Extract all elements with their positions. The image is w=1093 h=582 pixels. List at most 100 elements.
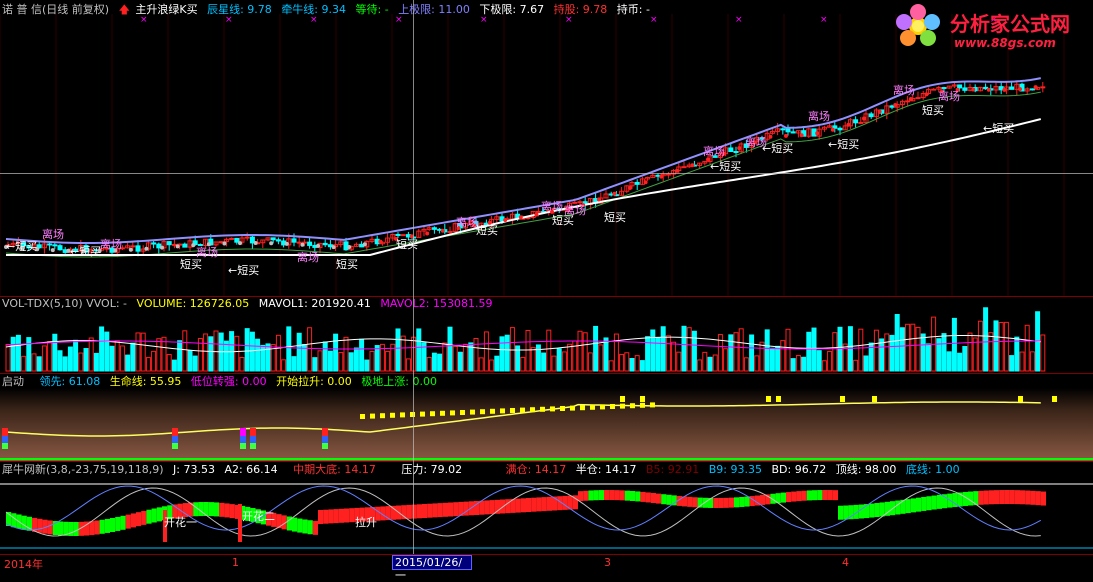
volume-bar — [281, 359, 287, 372]
signal-block — [250, 443, 256, 449]
volume-bar — [208, 336, 214, 372]
volume-bar — [62, 356, 68, 372]
candle-body — [962, 87, 968, 91]
volume-bar — [723, 348, 729, 372]
price-pane[interactable]: ××××××××××× 诺 普 信(日线 前复权) 🡅 主升浪绿K买 辰星线: … — [0, 0, 1093, 296]
launch-pane[interactable]: 启动 领先: 61.08 生命线: 55.95 低位转强: 0.00 开始拉升:… — [0, 374, 1093, 461]
candle-body — [785, 128, 791, 133]
volume-bar — [587, 352, 593, 372]
volume-bar — [671, 341, 677, 372]
stock-title: 诺 普 信(日线 前复权) — [2, 3, 110, 16]
bull-bar — [1004, 490, 1010, 504]
candle-body — [983, 86, 989, 90]
signal-block — [2, 428, 8, 436]
volume-bar — [5, 344, 11, 372]
yellow-signal — [510, 408, 515, 413]
bull-bar — [416, 504, 422, 519]
volume-bar — [73, 339, 79, 372]
volume-bar — [603, 337, 609, 372]
label-leave: 离场 — [808, 110, 830, 123]
bull-bar — [869, 503, 875, 518]
bull-bar — [578, 491, 584, 502]
volume-bar — [613, 333, 619, 372]
candle-body — [447, 230, 453, 233]
volume-bar — [405, 358, 411, 372]
volume-bar — [416, 328, 422, 372]
volume-bar — [317, 350, 323, 372]
yellow-signal — [620, 403, 625, 409]
candle-body — [634, 181, 640, 185]
candle-body — [182, 243, 188, 248]
label-lift: 拉升 — [355, 516, 377, 529]
label-short-buy: ←短买 — [710, 160, 742, 173]
volume-bar — [634, 355, 640, 372]
yellow-signal — [460, 410, 465, 415]
bull-bar — [614, 490, 620, 501]
bull-bar — [536, 497, 542, 512]
hold-dot — [222, 241, 227, 246]
candle-body — [889, 105, 895, 108]
bull-bar — [817, 490, 823, 501]
volume-bar — [452, 345, 458, 372]
label-short-buy: ←短买 — [6, 240, 38, 253]
label-short-buy: 短买 — [552, 214, 574, 227]
candle-body — [535, 210, 541, 213]
volume-bar — [535, 344, 541, 372]
signal-block — [250, 436, 256, 443]
launch-header: 启动 领先: 61.08 生命线: 55.95 低位转强: 0.00 开始拉升:… — [2, 375, 443, 389]
yellow-signal — [1018, 396, 1023, 402]
indicator-value: 满仓: 14.17 — [505, 463, 567, 476]
candle-body — [322, 242, 328, 246]
volume-bar — [509, 327, 515, 372]
volume-bar — [525, 329, 531, 372]
indicator-value: 中期大底: 14.17 — [293, 463, 376, 476]
bull-bar — [583, 490, 589, 501]
bull-bar — [437, 503, 443, 518]
volume-bar — [811, 327, 817, 372]
volume-bar — [863, 355, 869, 372]
candle-body — [171, 243, 177, 246]
bull-bar — [1009, 490, 1015, 505]
bull-bar — [526, 498, 532, 512]
candle-body — [905, 100, 911, 103]
bull-bar — [94, 520, 100, 535]
volume-bar — [395, 328, 401, 372]
volume-bar — [78, 352, 84, 372]
yellow-signal — [776, 396, 781, 402]
label-short-buy: 短买 — [604, 211, 626, 224]
signal-block — [172, 443, 178, 449]
volume-bar — [145, 357, 151, 372]
bull-bar — [593, 490, 599, 501]
volume-bar — [374, 345, 380, 372]
volume-bar — [57, 350, 63, 372]
hold-dot — [830, 127, 835, 132]
yellow-signal — [370, 413, 375, 419]
label-leave: 离场 — [42, 228, 64, 241]
indicator-value: 半仓: 14.17 — [575, 463, 637, 476]
yellow-signal — [520, 407, 525, 413]
bull-bar — [21, 515, 27, 530]
volume-bar — [182, 330, 188, 372]
bull-bar — [141, 510, 147, 525]
indicator-value: 牵牛线: 9.34 — [281, 3, 347, 16]
indicator-value: MAVOL1: 201920.41 — [258, 297, 371, 310]
volume-bar — [998, 321, 1004, 372]
volume-bar — [187, 350, 193, 372]
volume-bar — [743, 357, 749, 372]
label-short-buy: ←短买 — [228, 264, 260, 277]
indicator-value: 压力: 79.02 — [401, 463, 463, 476]
bull-bar — [219, 502, 225, 517]
yellow-signal — [430, 411, 435, 417]
volume-bar — [166, 354, 172, 372]
bull-bar — [931, 495, 937, 510]
volume-pane[interactable]: VOL-TDX(5,10) VVOL: - VOLUME: 126726.05 … — [0, 297, 1093, 373]
bull-bar — [11, 513, 17, 528]
candle-body — [681, 166, 687, 169]
volume-bar — [785, 328, 791, 372]
hold-dot — [425, 231, 430, 236]
label-short-buy: ←短买 — [983, 122, 1015, 135]
bull-bar — [99, 519, 105, 534]
volume-bar — [728, 334, 734, 372]
bull-bar — [494, 499, 500, 514]
bull-pane[interactable]: 犀牛网新(3,8,-23,75,19,118,9) J: 73.53 A2: 6… — [0, 462, 1093, 554]
